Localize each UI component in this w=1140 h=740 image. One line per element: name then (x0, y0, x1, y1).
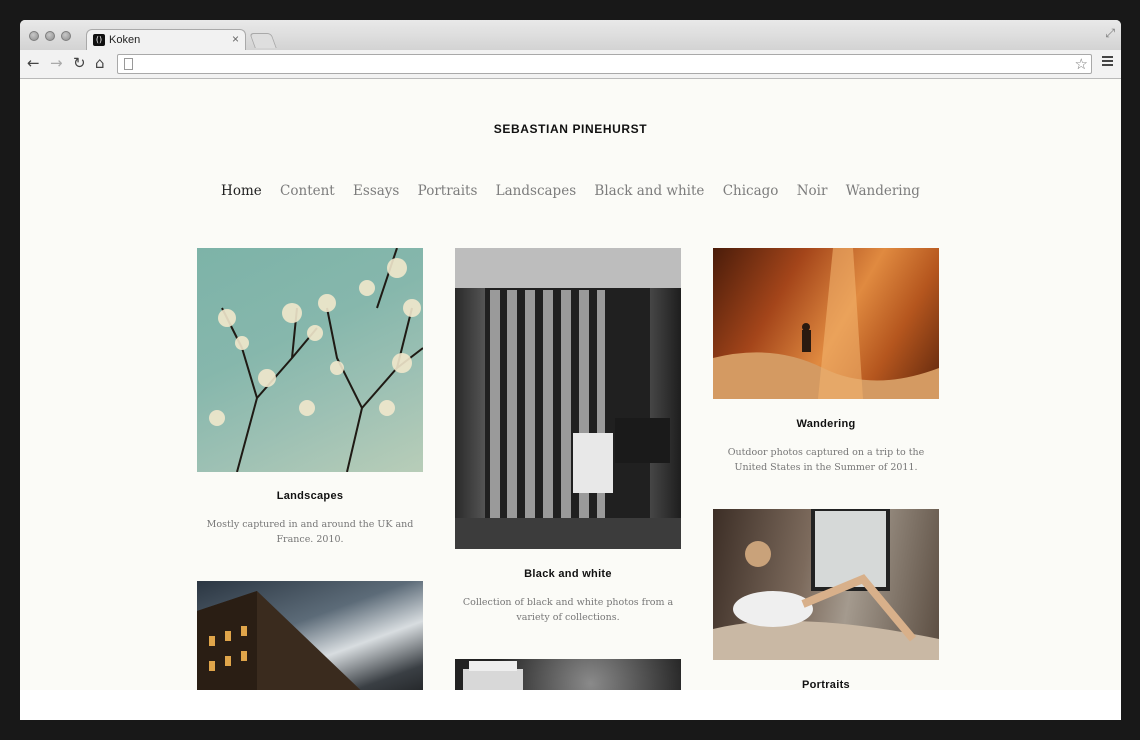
close-window-button[interactable] (29, 31, 39, 41)
card-title[interactable]: Landscapes (197, 490, 423, 502)
main-nav: Home Content Essays Portraits Landscapes… (20, 183, 1121, 199)
album-card-landscapes: Landscapes Mostly captured in and around… (197, 248, 423, 548)
album-card-wandering: Wandering Outdoor photos captured on a t… (713, 248, 939, 478)
nav-item-wandering[interactable]: Wandering (846, 183, 920, 199)
card-description: Collection of black and white photos fro… (462, 597, 674, 623)
zoom-window-button[interactable] (61, 31, 71, 41)
wandering-thumbnail[interactable] (713, 248, 939, 399)
browser-tab[interactable]: () Koken × (86, 29, 246, 51)
page-icon (124, 58, 133, 70)
browser-window: () Koken × ⤢ ← → ↻ ⌂ ☆ SEBASTIAN PINEHUR… (20, 20, 1121, 720)
nav-item-content[interactable]: Content (280, 183, 335, 199)
nav-item-black-and-white[interactable]: Black and white (594, 183, 704, 199)
black-and-white-thumbnail[interactable] (455, 248, 681, 549)
card-title[interactable]: Black and white (455, 568, 681, 580)
nav-item-noir[interactable]: Noir (797, 183, 828, 199)
minimize-window-button[interactable] (45, 31, 55, 41)
portraits-thumbnail[interactable] (713, 509, 939, 660)
tab-close-icon[interactable]: × (232, 32, 239, 46)
nav-item-portraits[interactable]: Portraits (418, 183, 478, 199)
tab-title: Koken (109, 34, 141, 46)
tab-bar: () Koken × ⤢ (20, 20, 1121, 51)
address-bar[interactable]: ☆ (117, 54, 1092, 74)
reload-icon[interactable]: ↻ (73, 54, 86, 72)
forward-arrow-icon[interactable]: → (50, 54, 63, 72)
card-description: Mostly captured in and around the UK and… (206, 519, 414, 545)
nav-item-chicago[interactable]: Chicago (723, 183, 779, 199)
page-bottom-edge (20, 690, 1121, 720)
web-page: SEBASTIAN PINEHURST Home Content Essays … (20, 79, 1121, 720)
site-title[interactable]: SEBASTIAN PINEHURST (20, 122, 1121, 136)
nav-item-landscapes[interactable]: Landscapes (496, 183, 576, 199)
nav-item-home[interactable]: Home (221, 183, 262, 199)
home-icon[interactable]: ⌂ (95, 54, 105, 72)
card-title[interactable]: Wandering (713, 418, 939, 430)
album-card-black-and-white: Black and white Collection of black and … (455, 248, 681, 628)
fullscreen-icon[interactable]: ⤢ (1105, 26, 1115, 41)
landscapes-thumbnail[interactable] (197, 248, 423, 472)
koken-favicon-icon: () (93, 34, 105, 46)
hamburger-menu-icon[interactable] (1102, 56, 1113, 66)
card-description: Outdoor photos captured on a trip to the… (727, 447, 925, 473)
browser-toolbar: ← → ↻ ⌂ ☆ (20, 50, 1121, 79)
star-icon[interactable]: ☆ (1075, 55, 1088, 73)
nav-item-essays[interactable]: Essays (353, 183, 399, 199)
new-tab-button[interactable] (249, 33, 277, 48)
album-card-portraits: Portraits (713, 509, 939, 709)
back-arrow-icon[interactable]: ← (27, 54, 40, 72)
